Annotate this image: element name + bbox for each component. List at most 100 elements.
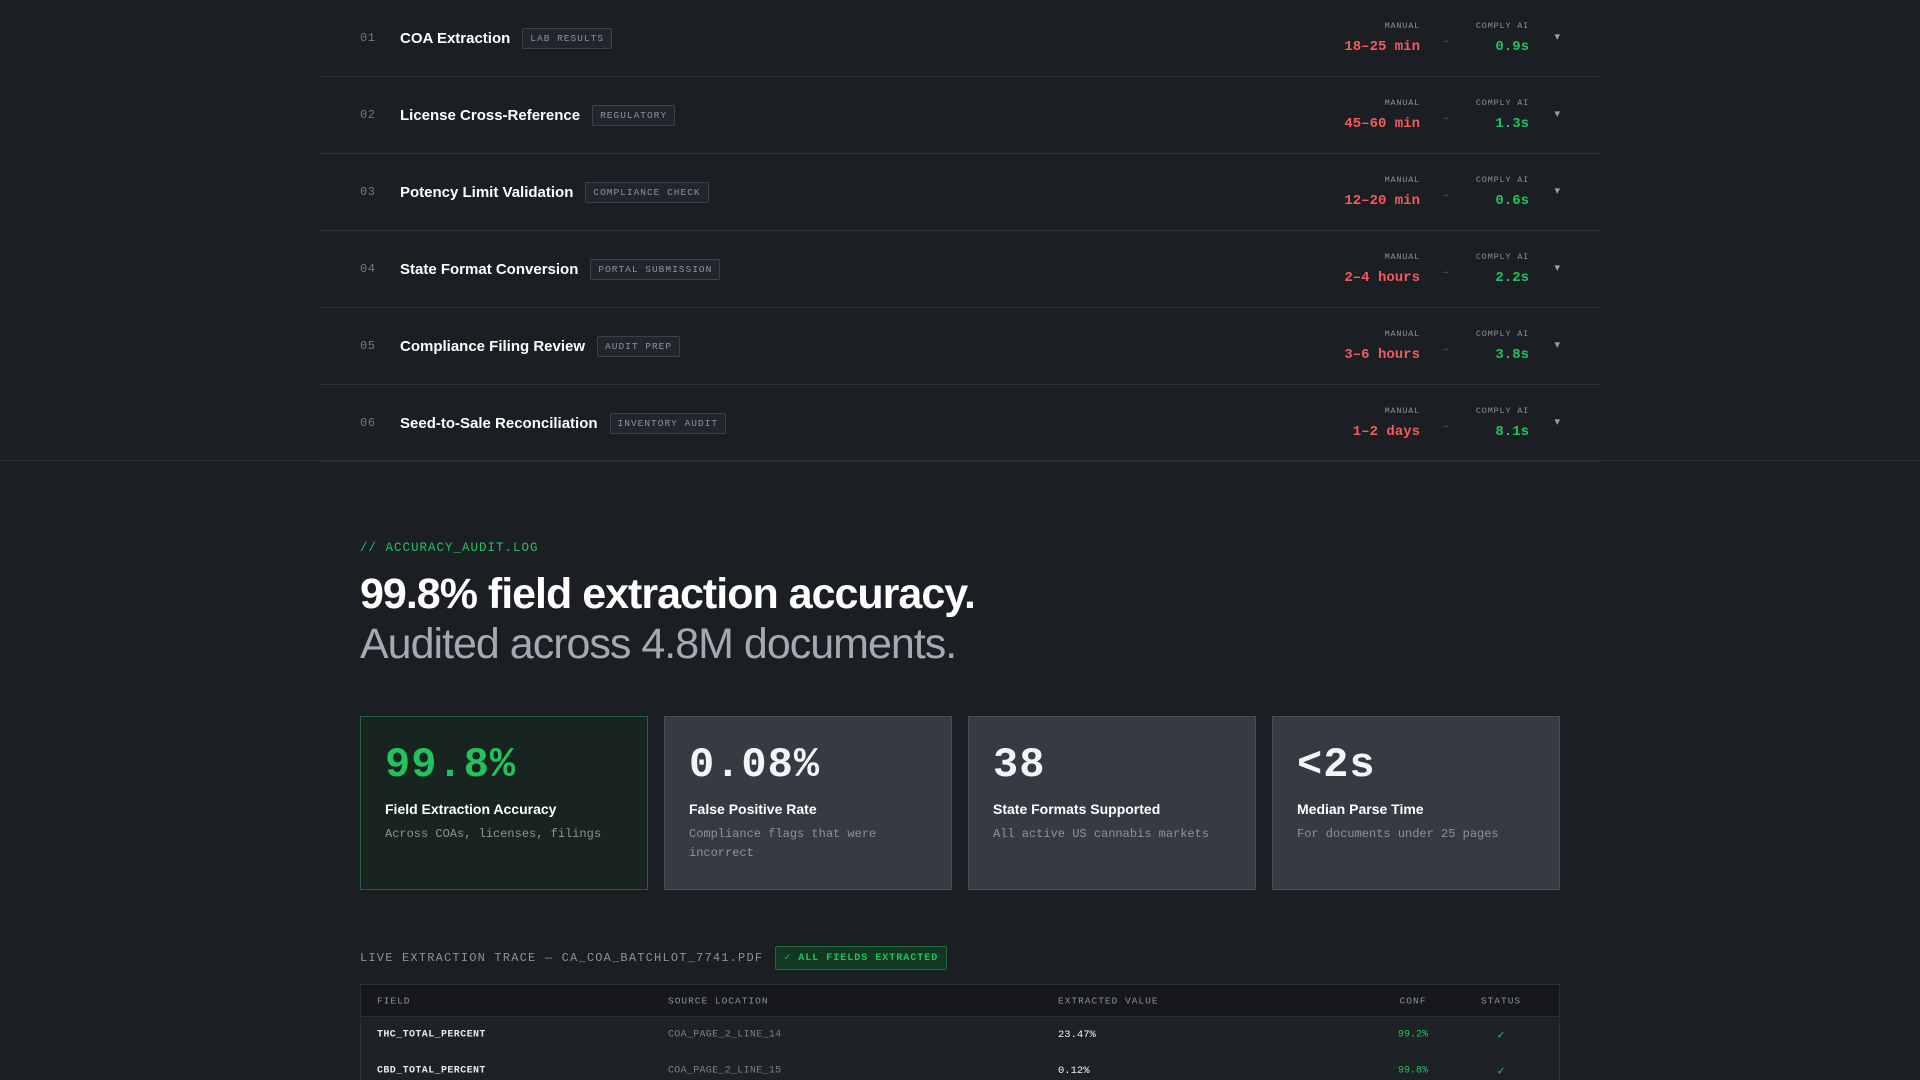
manual-time-value: 18–25 min <box>1344 39 1420 55</box>
stat-card-accuracy: 99.8% Field Extraction Accuracy Across C… <box>360 716 648 890</box>
workflow-name: Compliance Filing Review <box>400 337 586 355</box>
stat-description: All active US cannabis markets <box>993 827 1210 841</box>
arrow-right-icon: → <box>1440 420 1450 431</box>
extraction-trace-table: FIELD SOURCE LOCATION EXTRACTED VALUE CO… <box>360 984 1560 1080</box>
row-number: 04 <box>360 262 376 276</box>
row-title-group: COA Extraction LAB RESULTS <box>400 27 613 49</box>
stat-value: <2s <box>1297 741 1376 789</box>
stat-cards: 99.8% Field Extraction Accuracy Across C… <box>360 716 1560 890</box>
ai-time: COMPLY AI 0.9s <box>1476 21 1529 55</box>
workflow-name: COA Extraction <box>400 29 511 47</box>
check-icon: ✓ <box>1497 1028 1505 1043</box>
chevron-down-icon[interactable]: ▾ <box>1554 261 1560 274</box>
ai-label: COMPLY AI <box>1475 252 1529 262</box>
arrow-right-icon: → <box>1440 35 1450 46</box>
stat-title: Median Parse Time <box>1297 801 1424 817</box>
manual-time-value: 12–20 min <box>1344 193 1420 209</box>
arrow-right-icon: → <box>1440 343 1450 354</box>
table-row: CBD_TOTAL_PERCENT COA_PAGE_2_LINE_15 0.1… <box>361 1053 1559 1080</box>
ai-label: COMPLY AI <box>1475 21 1529 31</box>
chevron-down-icon[interactable]: ▾ <box>1554 30 1560 43</box>
arrow-right-icon: → <box>1440 189 1450 200</box>
manual-time: MANUAL 18–25 min <box>1344 21 1420 55</box>
ai-label: COMPLY AI <box>1475 175 1529 185</box>
manual-time-value: 2–4 hours <box>1344 270 1420 286</box>
row-title-group: Potency Limit Validation COMPLIANCE CHEC… <box>400 181 709 203</box>
row-number: 02 <box>360 108 376 122</box>
ai-time-value: 0.9s <box>1495 39 1529 55</box>
manual-time: MANUAL 3–6 hours <box>1344 329 1420 363</box>
ai-label: COMPLY AI <box>1475 329 1529 339</box>
table-row: THC_TOTAL_PERCENT COA_PAGE_2_LINE_14 23.… <box>361 1017 1559 1053</box>
ai-label: COMPLY AI <box>1475 406 1529 416</box>
workflow-name: License Cross-Reference <box>400 106 581 124</box>
ai-time-value: 8.1s <box>1495 424 1529 440</box>
chevron-down-icon[interactable]: ▾ <box>1554 107 1560 120</box>
stat-description: Compliance flags that were incorrect <box>689 827 877 860</box>
arrow-right-icon: → <box>1440 266 1450 277</box>
row-title-group: Compliance Filing Review AUDIT PREP <box>400 335 681 357</box>
stat-description: For documents under 25 pages <box>1297 827 1499 841</box>
chevron-down-icon[interactable]: ▾ <box>1554 338 1560 351</box>
confidence: 99.8% <box>1397 1065 1428 1077</box>
ai-time: COMPLY AI 0.6s <box>1476 175 1529 209</box>
chevron-down-icon[interactable]: ▾ <box>1554 184 1560 197</box>
manual-label: MANUAL <box>1384 329 1420 339</box>
workflow-row[interactable]: 04 State Format Conversion PORTAL SUBMIS… <box>320 231 1600 308</box>
column-header-field: FIELD <box>377 995 411 1006</box>
trace-title: LIVE EXTRACTION TRACE — CA_COA_BATCHLOT_… <box>360 951 764 965</box>
column-header-source: SOURCE LOCATION <box>668 995 769 1006</box>
chevron-down-icon[interactable]: ▾ <box>1554 415 1560 428</box>
manual-label: MANUAL <box>1384 21 1420 31</box>
manual-time-value: 1–2 days <box>1352 424 1420 440</box>
stat-value: 0.08% <box>689 741 821 789</box>
row-title-group: Seed-to-Sale Reconciliation INVENTORY AU… <box>400 412 727 434</box>
stat-card-false-positive: 0.08% False Positive Rate Compliance fla… <box>664 716 952 890</box>
ai-time: COMPLY AI 8.1s <box>1476 406 1529 440</box>
source-location: COA_PAGE_2_LINE_14 <box>668 1029 782 1041</box>
manual-time: MANUAL 2–4 hours <box>1344 252 1420 286</box>
ai-time-value: 1.3s <box>1495 116 1529 132</box>
manual-time-value: 3–6 hours <box>1344 347 1420 363</box>
category-tag: AUDIT PREP <box>597 335 681 357</box>
manual-label: MANUAL <box>1384 406 1420 416</box>
extracted-value: 0.12% <box>1058 1065 1090 1077</box>
table-header: FIELD SOURCE LOCATION EXTRACTED VALUE CO… <box>361 985 1559 1017</box>
accuracy-subheadline: Audited across 4.8M documents. <box>360 620 957 668</box>
workflow-name: Potency Limit Validation <box>400 183 574 201</box>
field-name: CBD_TOTAL_PERCENT <box>377 1065 486 1077</box>
ai-time: COMPLY AI 1.3s <box>1476 98 1529 132</box>
row-number: 01 <box>360 31 376 45</box>
category-tag: INVENTORY AUDIT <box>609 412 727 434</box>
workflow-row[interactable]: 05 Compliance Filing Review AUDIT PREP M… <box>320 308 1600 385</box>
stat-title: False Positive Rate <box>689 801 817 817</box>
ai-time-value: 3.8s <box>1495 347 1529 363</box>
stat-card-state-formats: 38 State Formats Supported All active US… <box>968 716 1256 890</box>
workflow-name: State Format Conversion <box>400 260 579 278</box>
category-tag: COMPLIANCE CHECK <box>585 181 709 203</box>
stat-description: Across COAs, licenses, filings <box>385 827 602 841</box>
manual-time: MANUAL 1–2 days <box>1353 406 1420 440</box>
accuracy-headline: 99.8% field extraction accuracy. <box>360 570 976 618</box>
workflow-row[interactable]: 06 Seed-to-Sale Reconciliation INVENTORY… <box>320 385 1600 462</box>
workflow-row[interactable]: 01 COA Extraction LAB RESULTS MANUAL 18–… <box>320 0 1600 77</box>
column-header-value: EXTRACTED VALUE <box>1058 995 1159 1006</box>
section-tag: // ACCURACY_AUDIT.LOG <box>360 541 539 555</box>
stat-title: State Formats Supported <box>993 801 1161 817</box>
row-number: 06 <box>360 416 376 430</box>
workflow-row[interactable]: 02 License Cross-Reference REGULATORY MA… <box>320 77 1600 154</box>
column-header-status: STATUS <box>1480 995 1522 1006</box>
ai-time-value: 2.2s <box>1495 270 1529 286</box>
workflow-row[interactable]: 03 Potency Limit Validation COMPLIANCE C… <box>320 154 1600 231</box>
trace-header: LIVE EXTRACTION TRACE — CA_COA_BATCHLOT_… <box>360 946 948 970</box>
stat-title: Field Extraction Accuracy <box>385 801 557 817</box>
stat-value: 99.8% <box>385 741 517 789</box>
arrow-right-icon: → <box>1440 112 1450 123</box>
status-badge: ✓ ALL FIELDS EXTRACTED <box>775 946 948 970</box>
ai-label: COMPLY AI <box>1475 98 1529 108</box>
stat-value: 38 <box>993 741 1046 789</box>
manual-time: MANUAL 12–20 min <box>1344 175 1420 209</box>
category-tag: LAB RESULTS <box>522 27 613 49</box>
workflow-comparison-list: 01 COA Extraction LAB RESULTS MANUAL 18–… <box>320 0 1600 462</box>
workflow-name: Seed-to-Sale Reconciliation <box>400 414 598 432</box>
